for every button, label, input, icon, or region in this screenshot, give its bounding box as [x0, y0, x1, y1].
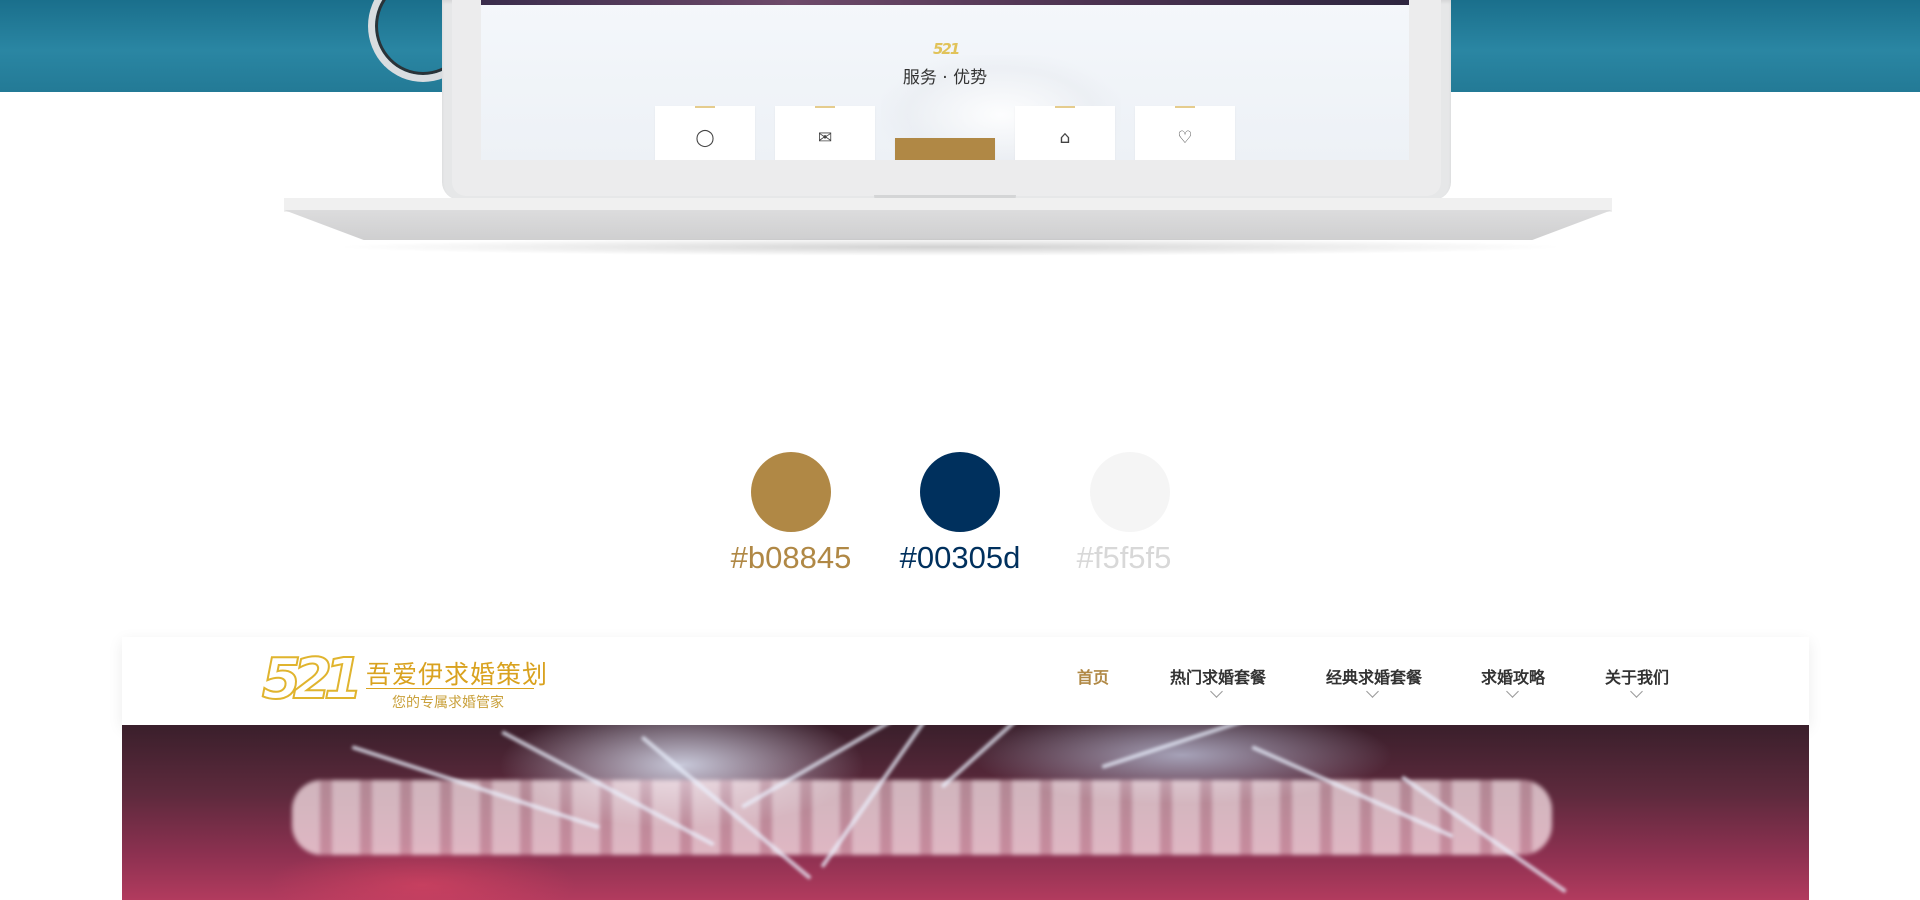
- ring-icon: ◯: [695, 128, 715, 148]
- nav-item-guides[interactable]: 求婚攻略: [1481, 664, 1545, 688]
- hero-banner: [122, 725, 1809, 900]
- nav-item-classic-packages[interactable]: 经典求婚套餐: [1326, 664, 1422, 688]
- service-card-envelope[interactable]: ✉: [775, 106, 875, 160]
- hero-sparkle: [940, 725, 1107, 789]
- service-card-ring[interactable]: ◯: [655, 106, 755, 160]
- shopping-bag-icon: ♡: [1177, 128, 1193, 148]
- laptop-base-lower: [284, 210, 1612, 240]
- brand-tagline: 您的专属求婚管家: [392, 695, 504, 711]
- service-card-tag[interactable]: ⌂: [1015, 106, 1115, 160]
- service-card-bag[interactable]: ♡: [1135, 106, 1235, 160]
- screen-photo-strip: [481, 0, 1409, 5]
- hero-sparkle: [1101, 725, 1350, 769]
- swatch-gold: [751, 452, 831, 532]
- mini-logo: 521: [933, 40, 960, 58]
- swatch-label-light-gray: #f5f5f5: [1076, 540, 1172, 575]
- laptop-base: [284, 198, 1612, 212]
- screen-section-title: 服务 · 优势: [902, 68, 988, 88]
- site-header: 521 吾爱伊求婚策划 您的专属求婚管家 首页 热门求婚套餐 经典求婚套餐 求婚…: [122, 637, 1809, 725]
- swatch-light-gray: [1090, 452, 1170, 532]
- nav-item-hot-packages[interactable]: 热门求婚套餐: [1170, 664, 1266, 688]
- tag-icon: ⌂: [1059, 128, 1071, 148]
- swatch-navy: [920, 452, 1000, 532]
- nav-item-home[interactable]: 首页: [1077, 664, 1109, 688]
- logo-divider: [366, 688, 534, 689]
- brand-name[interactable]: 吾爱伊求婚策划: [366, 655, 548, 691]
- nav-item-about[interactable]: 关于我们: [1605, 664, 1669, 688]
- logo-mark[interactable]: 521: [261, 645, 367, 715]
- envelope-heart-icon: ✉: [817, 128, 833, 148]
- laptop-shadow: [330, 238, 1570, 256]
- laptop-screen: 521 服务 · 优势 ◯ ✉ ⌂ ♡: [481, 0, 1409, 160]
- swatch-label-gold: #b08845: [730, 540, 852, 575]
- service-card-active[interactable]: [895, 138, 995, 160]
- swatch-label-navy: #00305d: [899, 540, 1021, 575]
